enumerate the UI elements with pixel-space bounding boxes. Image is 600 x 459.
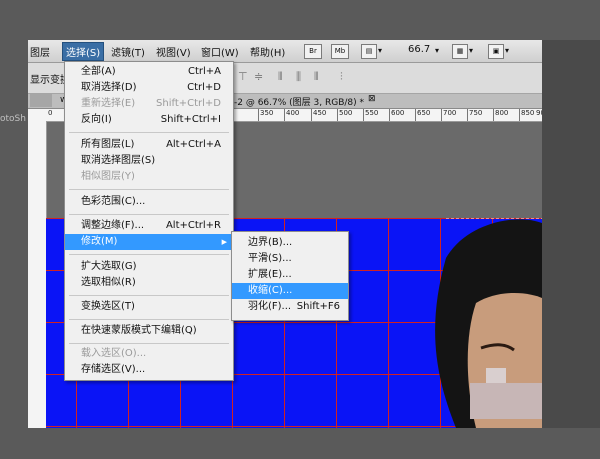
ruler-tick: 400 [286, 109, 300, 117]
chevron-down-icon[interactable]: ▾ [378, 46, 382, 55]
submenu-item-border[interactable]: 边界(B)... [232, 235, 348, 251]
ruler-tick: 550 [365, 109, 379, 117]
ruler-tick: 850 [521, 109, 535, 117]
side-panel [542, 40, 600, 428]
distribute-center-icon[interactable]: ⫼ [296, 71, 310, 82]
bridge-button[interactable]: Br [304, 44, 322, 59]
menu-item-save-selection[interactable]: 存储选区(V)... [65, 362, 233, 378]
menu-item-similar[interactable]: 选取相似(R) [65, 275, 233, 291]
align-top-icon[interactable]: ⊤ [238, 71, 252, 82]
photo-subject-image [435, 218, 542, 428]
vertical-ruler [28, 109, 47, 428]
menu-item-load-selection[interactable]: 载入选区(O)... [65, 346, 233, 362]
chevron-down-icon[interactable]: ▾ [469, 46, 473, 55]
menu-item-reselect[interactable]: 重新选择(E) Shift+Ctrl+D [65, 96, 233, 112]
menu-select[interactable]: 选择(S) [62, 42, 105, 61]
ruler-tick: 450 [313, 109, 327, 117]
tab-nav-icon[interactable] [30, 94, 52, 107]
chevron-down-icon[interactable]: ▾ [505, 46, 509, 55]
menu-item-refine-edge[interactable]: 调整边缘(F)... Alt+Ctrl+R [65, 218, 233, 234]
chevron-down-icon[interactable]: ▾ [435, 46, 439, 55]
ruler-tick: 650 [417, 109, 431, 117]
menu-item-color-range[interactable]: 色彩范围(C)... [65, 194, 233, 210]
document-tab-title[interactable]: -2 @ 66.7% (图层 3, RGB/8) * [234, 95, 364, 108]
ruler-tick: 600 [391, 109, 405, 117]
menu-item-deselect[interactable]: 取消选择(D) Ctrl+D [65, 80, 233, 96]
submenu-item-contract[interactable]: 收缩(C)... [232, 283, 348, 299]
zoom-level[interactable]: 66.7 [408, 44, 430, 55]
menu-item-inverse[interactable]: 反向(I) Shift+Ctrl+I [65, 112, 233, 128]
close-icon[interactable]: ⊠ [368, 94, 376, 104]
menu-layer[interactable]: 图层 [30, 44, 50, 59]
view-extras-icon[interactable]: ▤ [361, 44, 377, 59]
menu-item-quick-mask[interactable]: 在快速蒙版模式下编辑(Q) [65, 323, 233, 339]
submenu-arrow-icon: ▶ [221, 238, 227, 246]
ruler-tick: 500 [339, 109, 353, 117]
ruler-tick: 700 [443, 109, 457, 117]
menu-bar: 图层 选择(S) 滤镜(T) 视图(V) 窗口(W) 帮助(H) Br Mb ▤… [28, 40, 542, 63]
menu-item-select-all[interactable]: 全部(A) Ctrl+A [65, 64, 233, 80]
menu-help[interactable]: 帮助(H) [250, 44, 285, 59]
minibridge-button[interactable]: Mb [331, 44, 349, 59]
ruler-tick: 750 [469, 109, 483, 117]
menu-view[interactable]: 视图(V) [156, 44, 191, 59]
menu-item-deselect-layers[interactable]: 取消选择图层(S) [65, 153, 233, 169]
select-menu-dropdown: 全部(A) Ctrl+A 取消选择(D) Ctrl+D 重新选择(E) Shift+C… [64, 61, 234, 381]
auto-align-icon[interactable]: ⫶ [340, 71, 354, 82]
screen-mode-icon[interactable]: ▣ [488, 44, 504, 59]
submenu-item-expand[interactable]: 扩展(E)... [232, 267, 348, 283]
arrange-documents-icon[interactable]: ▦ [452, 44, 468, 59]
menu-window[interactable]: 窗口(W) [201, 44, 239, 59]
ruler-tick: 0 [48, 109, 53, 117]
left-fragment-text: otoSh [0, 114, 26, 124]
menu-item-modify[interactable]: 修改(M) ▶ [65, 234, 233, 250]
submenu-item-feather[interactable]: 羽化(F)... Shift+F6 [232, 299, 348, 315]
menu-item-all-layers[interactable]: 所有图层(L) Alt+Ctrl+A [65, 137, 233, 153]
modify-submenu: 边界(B)... 平滑(S)... 扩展(E)... 收缩(C)... 羽化(F… [231, 231, 349, 321]
submenu-item-smooth[interactable]: 平滑(S)... [232, 251, 348, 267]
menu-item-transform-selection[interactable]: 变换选区(T) [65, 299, 233, 315]
ruler-tick: 350 [260, 109, 274, 117]
menu-item-grow[interactable]: 扩大选取(G) [65, 259, 233, 275]
distribute-right-icon[interactable]: ⫴ [314, 71, 328, 82]
menu-filter[interactable]: 滤镜(T) [111, 44, 145, 59]
align-middle-icon[interactable]: ≑ [254, 71, 268, 82]
ruler-tick: 800 [495, 109, 509, 117]
menu-item-similar-layers[interactable]: 相似图层(Y) [65, 169, 233, 185]
distribute-left-icon[interactable]: ⫴ [278, 71, 292, 82]
